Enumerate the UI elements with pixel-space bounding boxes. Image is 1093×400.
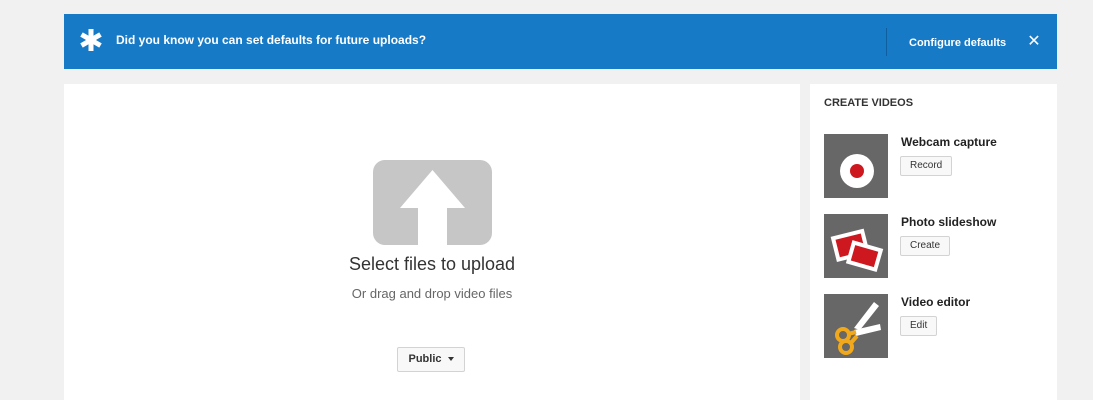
- chevron-down-icon: [447, 357, 454, 362]
- select-files-title[interactable]: Select files to upload: [64, 254, 800, 275]
- record-icon: [840, 154, 874, 188]
- drag-drop-hint: Or drag and drop video files: [351, 286, 513, 301]
- privacy-label: Public: [408, 353, 442, 365]
- create-videos-panel: CREATE VIDEOS Webcam capture Record Phot…: [810, 84, 1057, 400]
- webcam-thumbnail[interactable]: [824, 134, 888, 198]
- video-editor-title: Video editor: [901, 295, 971, 309]
- asterisk-icon: [80, 29, 102, 51]
- defaults-banner: Did you know you can set defaults for fu…: [64, 14, 1057, 69]
- privacy-dropdown[interactable]: Public: [397, 347, 465, 372]
- create-button[interactable]: Create: [900, 236, 951, 256]
- webcam-capture-title: Webcam capture: [901, 135, 997, 149]
- photo-slideshow-title: Photo slideshow: [901, 215, 997, 229]
- close-icon[interactable]: ✕: [1023, 30, 1045, 54]
- photos-icon: [830, 228, 884, 273]
- scissors-icon: [835, 302, 881, 355]
- record-button[interactable]: Record: [900, 156, 953, 176]
- configure-defaults-button[interactable]: Configure defaults: [901, 32, 1014, 54]
- slideshow-thumbnail[interactable]: [824, 214, 888, 278]
- banner-divider: [886, 28, 887, 56]
- edit-button[interactable]: Edit: [900, 316, 938, 336]
- create-videos-heading: CREATE VIDEOS: [824, 97, 914, 109]
- banner-message: Did you know you can set defaults for fu…: [116, 33, 427, 47]
- upload-arrow-icon[interactable]: [373, 160, 492, 245]
- upload-panel[interactable]: Select files to upload Or drag and drop …: [64, 84, 800, 400]
- editor-thumbnail[interactable]: [824, 294, 888, 358]
